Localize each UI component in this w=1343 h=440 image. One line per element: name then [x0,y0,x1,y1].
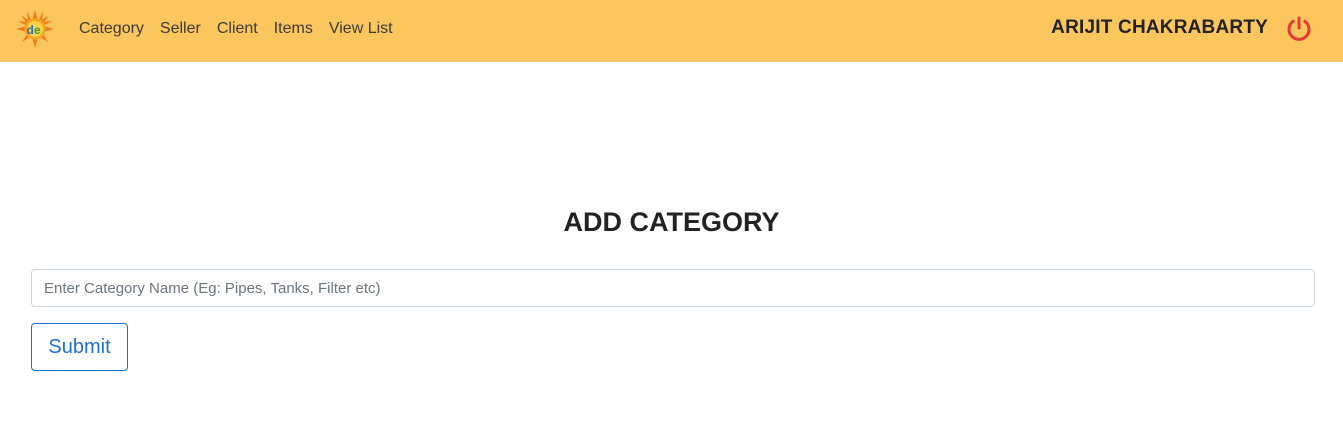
nav-link-items[interactable]: Items [274,19,313,39]
sun-logo-icon[interactable]: d e [16,10,54,48]
nav-link-client[interactable]: Client [217,19,258,39]
page-title: ADD CATEGORY [563,207,780,237]
category-name-input[interactable] [31,269,1315,307]
svg-text:e: e [34,23,41,37]
nav-link-category[interactable]: Category [79,19,144,39]
top-navbar: d e Category Seller Client Items View Li… [0,0,1343,62]
nav-link-view-list[interactable]: View List [329,19,393,39]
nav-link-seller[interactable]: Seller [160,19,201,39]
submit-button[interactable]: Submit [31,323,128,371]
power-icon[interactable] [1285,15,1313,43]
nav-menu: Category Seller Client Items View List [79,19,409,39]
user-name: ARIJIT CHAKRABARTY [1051,17,1268,38]
svg-text:d: d [27,23,34,37]
